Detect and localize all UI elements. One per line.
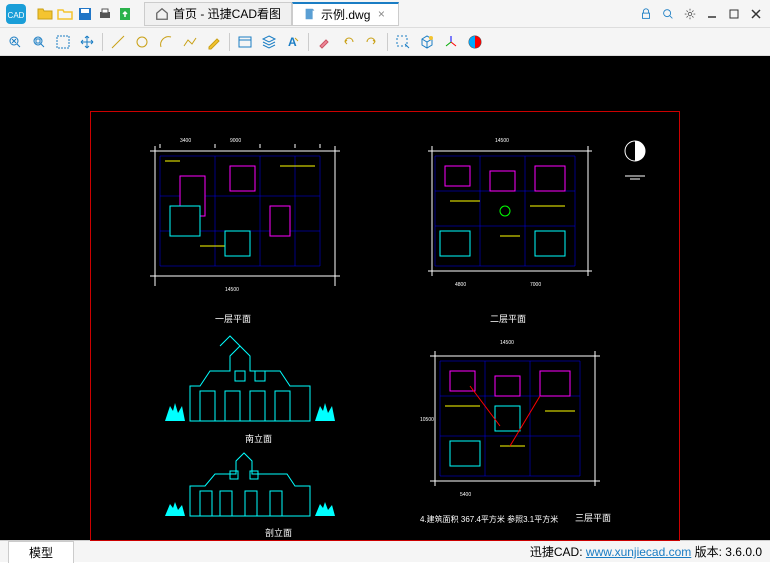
brand-label: 迅捷CAD:	[530, 545, 586, 559]
svg-text:14500: 14500	[500, 340, 514, 346]
folder-icon[interactable]	[56, 5, 74, 23]
lock-icon[interactable]	[636, 4, 656, 24]
svg-text:5400: 5400	[460, 492, 471, 498]
close-icon[interactable]: ×	[374, 7, 388, 21]
plan1-label: 一层平面	[215, 312, 251, 325]
svg-text:14500: 14500	[225, 287, 239, 293]
text-icon[interactable]: A	[282, 31, 304, 53]
window-controls	[636, 4, 770, 24]
floor-plan-1: 3400 9000 14500	[140, 136, 350, 296]
drawing-canvas[interactable]: 3400 9000 14500 14500 4800 7000 14500 10500 54…	[0, 56, 770, 540]
elevation-2	[150, 441, 350, 526]
svg-text:14500: 14500	[495, 138, 509, 144]
color-icon[interactable]	[464, 31, 486, 53]
brush-icon[interactable]	[313, 31, 335, 53]
export-icon[interactable]	[116, 5, 134, 23]
gear-icon[interactable]	[680, 4, 700, 24]
tab-bar: 首页 - 迅捷CAD看图 示例.dwg ×	[144, 2, 636, 26]
elev2-label: 剖立面	[265, 526, 292, 539]
select-icon[interactable]	[392, 31, 414, 53]
svg-text:A: A	[288, 35, 297, 49]
tab-file[interactable]: 示例.dwg ×	[292, 2, 399, 26]
tab-home[interactable]: 首页 - 迅捷CAD看图	[144, 2, 292, 26]
svg-text:7000: 7000	[530, 282, 541, 288]
print-icon[interactable]	[96, 5, 114, 23]
tab-home-label: 首页 - 迅捷CAD看图	[173, 5, 281, 22]
app-logo: CAD	[0, 0, 32, 28]
zoom-window-icon[interactable]	[28, 31, 50, 53]
close-button[interactable]	[746, 4, 766, 24]
separator	[102, 33, 103, 51]
toolbar: A	[0, 28, 770, 56]
website-link[interactable]: www.xunjiecad.com	[586, 545, 691, 559]
floor-plan-3: 14500 10500 5400	[420, 336, 610, 506]
zoom-icon[interactable]	[658, 4, 678, 24]
plan3-label: 三层平面	[575, 511, 611, 524]
separator	[387, 33, 388, 51]
svg-text:9000: 9000	[230, 138, 241, 144]
open-icon[interactable]	[36, 5, 54, 23]
plan2-label: 二层平面	[490, 312, 526, 325]
undo-icon[interactable]	[337, 31, 359, 53]
redo-icon[interactable]	[361, 31, 383, 53]
layers-icon[interactable]	[258, 31, 280, 53]
status-info: 迅捷CAD: www.xunjiecad.com 版本: 3.6.0.0	[530, 543, 762, 560]
titlebar: CAD 首页 - 迅捷CAD看图 示例.dwg ×	[0, 0, 770, 28]
marquee-icon[interactable]	[52, 31, 74, 53]
model-tab[interactable]: 模型	[8, 541, 74, 563]
pan-icon[interactable]	[76, 31, 98, 53]
maximize-button[interactable]	[724, 4, 744, 24]
svg-text:3400: 3400	[180, 138, 191, 144]
elevation-1	[150, 331, 350, 431]
3d-icon[interactable]	[416, 31, 438, 53]
svg-text:CAD: CAD	[8, 11, 25, 20]
axis-icon[interactable]	[440, 31, 462, 53]
document-icon	[303, 7, 317, 21]
quick-access	[32, 5, 138, 23]
elev1-label: 南立面	[245, 432, 272, 445]
circle-icon[interactable]	[131, 31, 153, 53]
line-icon[interactable]	[107, 31, 129, 53]
svg-text:10500: 10500	[420, 417, 434, 423]
home-icon	[155, 7, 169, 21]
floor-plan-2: 14500 4800 7000	[420, 136, 600, 296]
statusbar: 模型 迅捷CAD: www.xunjiecad.com 版本: 3.6.0.0	[0, 540, 770, 562]
separator	[308, 33, 309, 51]
tab-file-label: 示例.dwg	[321, 6, 370, 23]
svg-text:4800: 4800	[455, 282, 466, 288]
info-text: 4.建筑面积 367.4平方米 参照3.1平方米	[420, 514, 558, 525]
version-label: 版本:	[691, 545, 725, 559]
save-icon[interactable]	[76, 5, 94, 23]
window-icon[interactable]	[234, 31, 256, 53]
separator	[229, 33, 230, 51]
edit-icon[interactable]	[203, 31, 225, 53]
polyline-icon[interactable]	[179, 31, 201, 53]
version-value: 3.6.0.0	[725, 545, 762, 559]
zoom-extents-icon[interactable]	[4, 31, 26, 53]
minimize-button[interactable]	[702, 4, 722, 24]
arc-icon[interactable]	[155, 31, 177, 53]
compass-icon	[620, 136, 650, 186]
